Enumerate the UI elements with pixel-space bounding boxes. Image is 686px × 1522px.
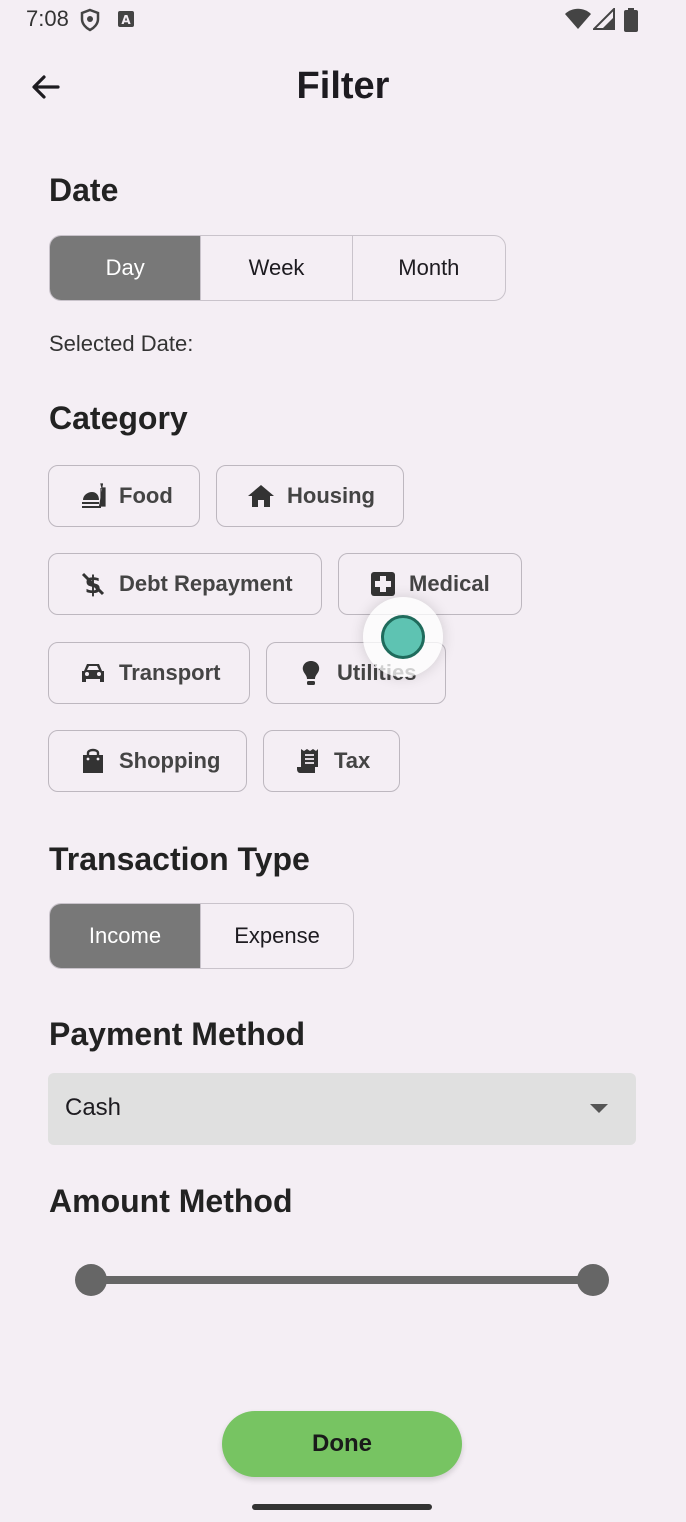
car-icon <box>82 664 104 682</box>
done-button[interactable]: Done <box>222 1411 462 1477</box>
status-time: 7:08 <box>26 6 69 31</box>
medical-icon <box>371 572 395 596</box>
transaction-type-section-title: Transaction Type <box>49 841 310 877</box>
segment-week[interactable]: Week <box>201 236 353 300</box>
status-bar: 7:08 A <box>0 0 686 40</box>
money-off-icon: $ <box>81 571 105 598</box>
home-icon <box>248 485 274 507</box>
chip-label: Shopping <box>119 748 221 773</box>
touch-indicator-dot <box>381 615 425 659</box>
chip-label: Tax <box>334 748 371 773</box>
svg-text:A: A <box>121 13 131 27</box>
home-indicator <box>252 1504 432 1510</box>
dropdown-arrow-icon <box>590 1104 608 1113</box>
chip-label: Housing <box>287 483 375 508</box>
page-title: Filter <box>296 65 390 107</box>
shield-icon <box>80 8 100 32</box>
amount-range-track[interactable] <box>91 1276 593 1284</box>
date-segmented-control: Day Week Month <box>49 235 506 301</box>
chip-shopping[interactable]: Shopping <box>48 730 247 792</box>
food-icon <box>82 483 106 508</box>
chip-label: Transport <box>119 660 221 685</box>
chip-tax[interactable]: Tax <box>263 730 400 792</box>
payment-method-dropdown[interactable]: Cash <box>48 1073 636 1145</box>
transaction-type-segmented-control: Income Expense <box>49 903 354 969</box>
lightbulb-icon <box>302 661 320 685</box>
segment-day[interactable]: Day <box>50 236 202 300</box>
chip-food[interactable]: Food <box>48 465 200 527</box>
payment-method-section-title: Payment Method <box>49 1016 306 1052</box>
selected-date-label: Selected Date: <box>49 331 194 356</box>
segment-income[interactable]: Income <box>50 904 201 968</box>
shopping-bag-icon <box>83 748 103 773</box>
chip-medical[interactable]: Medical <box>338 553 522 615</box>
receipt-icon <box>297 749 318 773</box>
chip-debt-repayment[interactable]: $ Debt Repayment <box>48 553 322 615</box>
battery-icon <box>624 8 638 32</box>
segment-month[interactable]: Month <box>353 236 505 300</box>
amount-range-start-thumb[interactable] <box>75 1264 107 1296</box>
chip-label: Food <box>119 483 173 508</box>
chip-label: Medical <box>409 571 490 596</box>
amount-range-end-thumb[interactable] <box>577 1264 609 1296</box>
segment-expense[interactable]: Expense <box>201 904 353 968</box>
app-bar: Filter <box>0 55 686 119</box>
date-section-title: Date <box>49 172 119 208</box>
chip-housing[interactable]: Housing <box>216 465 404 527</box>
chip-transport[interactable]: Transport <box>48 642 250 704</box>
dropdown-value: Cash <box>65 1094 122 1121</box>
signal-icon <box>593 8 615 30</box>
chip-label: Debt Repayment <box>119 571 293 596</box>
wifi-icon <box>565 8 591 29</box>
keyboard-a-icon: A <box>118 11 134 27</box>
amount-section-title: Amount Method <box>49 1183 293 1219</box>
category-section-title: Category <box>49 400 188 436</box>
